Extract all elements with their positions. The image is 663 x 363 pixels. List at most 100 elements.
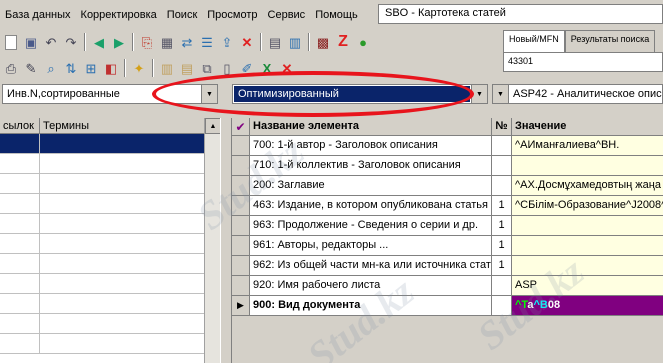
excel-icon[interactable]: X — [258, 59, 276, 77]
new-icon[interactable] — [5, 34, 17, 50]
lock-icon[interactable]: ▥ — [286, 33, 304, 51]
table-row[interactable]: 962: Из общей части мн-ка или источника … — [232, 256, 663, 276]
copy-icon[interactable]: ⧉ — [198, 59, 216, 77]
document-icon[interactable]: ▤ — [266, 33, 284, 51]
field-value[interactable]: ^Ta^B08 — [512, 296, 663, 315]
sort-icon[interactable]: ☰ — [198, 33, 216, 51]
list-item[interactable] — [0, 314, 220, 334]
field-occurrence[interactable]: 1 — [492, 236, 512, 255]
dictionary-list[interactable] — [0, 134, 220, 363]
menu-view[interactable]: Просмотр — [202, 0, 262, 30]
print-icon[interactable]: ⎙ — [2, 59, 20, 77]
table-row[interactable]: 963: Продолжение - Сведения о серии и др… — [232, 216, 663, 236]
export-icon[interactable]: ⇪ — [218, 33, 236, 51]
field-value[interactable]: ^AХ.Досмұхамедовтың жаңа — [512, 176, 663, 195]
field-occurrence[interactable]: 1 — [492, 216, 512, 235]
edit-icon[interactable]: ✐ — [238, 59, 256, 77]
field-name[interactable]: 463: Издание, в котором опубликована ста… — [250, 196, 492, 215]
field-value[interactable] — [512, 216, 663, 235]
field-occurrence[interactable] — [492, 176, 512, 195]
z-icon[interactable]: Z — [334, 33, 352, 51]
menu-service[interactable]: Сервис — [263, 0, 311, 30]
field-value[interactable]: ^CБілім-Образование^J2008^ — [512, 196, 663, 215]
forward-icon[interactable]: ▶ — [110, 33, 128, 51]
field-occurrence[interactable]: 1 — [492, 256, 512, 275]
field-occurrence[interactable]: 1 — [492, 196, 512, 215]
menu-database[interactable]: База данных — [0, 0, 76, 30]
redo-icon[interactable]: ↷ — [62, 33, 80, 51]
save-icon[interactable]: ▣ — [22, 33, 40, 51]
tab-new-mfn[interactable]: Новый/MFN — [503, 30, 565, 52]
tab-search-results[interactable]: Результаты поиска — [564, 30, 656, 52]
sort-mode-select[interactable]: Инв.N,сортированные ▼ — [2, 84, 218, 104]
copy-record-icon[interactable]: ⎘ — [138, 33, 156, 51]
field-name[interactable]: 200: Заглавие — [250, 176, 492, 195]
list-item[interactable] — [0, 194, 220, 214]
table-row-current[interactable]: ▶ 900: Вид документа ^Ta^B08 — [232, 296, 663, 316]
scroll-up-icon[interactable]: ▲ — [205, 118, 221, 134]
field-name[interactable]: 700: 1-й автор - Заголовок описания — [250, 136, 492, 155]
field-name[interactable]: 963: Продолжение - Сведения о серии и др… — [250, 216, 492, 235]
paste-icon[interactable]: ▤ — [178, 59, 196, 77]
table-row[interactable]: 700: 1-й автор - Заголовок описания ^AИм… — [232, 136, 663, 156]
list-item[interactable] — [0, 154, 220, 174]
tree-icon[interactable]: ⊞ — [82, 59, 100, 77]
column-header-value[interactable]: Значение — [512, 118, 663, 135]
chevron-down-icon[interactable]: ▼ — [493, 85, 509, 103]
panel-splitter[interactable] — [220, 118, 232, 363]
link-icon[interactable]: ⇄ — [178, 33, 196, 51]
menu-help[interactable]: Помощь — [310, 0, 363, 30]
filter-icon[interactable]: ⇅ — [62, 59, 80, 77]
undo-icon[interactable]: ↶ — [42, 33, 60, 51]
worksheet-select[interactable]: ▼ ASP42 - Аналитическое описание — [492, 84, 663, 104]
field-name[interactable]: 710: 1-й коллектив - Заголовок описания — [250, 156, 492, 175]
field-name[interactable]: 900: Вид документа — [250, 296, 492, 315]
field-value[interactable]: ASP — [512, 276, 663, 295]
list-item[interactable] — [0, 254, 220, 274]
column-header-num[interactable]: № — [492, 118, 512, 135]
column-header-terms[interactable]: Термины ⊥ — [40, 118, 220, 133]
delete-icon[interactable]: ✕ — [238, 33, 256, 51]
field-occurrence[interactable] — [492, 296, 512, 315]
clipboard-icon[interactable]: ▥ — [158, 59, 176, 77]
comment-icon[interactable]: ✎ — [22, 59, 40, 77]
tag-icon[interactable]: ◧ — [102, 59, 120, 77]
list-item[interactable] — [0, 334, 220, 354]
field-name[interactable]: 920: Имя рабочего листа — [250, 276, 492, 295]
list-item[interactable] — [0, 134, 220, 154]
view-mode-select[interactable]: Оптимизированный ▼ — [232, 84, 488, 104]
table-row[interactable]: 200: Заглавие ^AХ.Досмұхамедовтың жаңа — [232, 176, 663, 196]
table-icon[interactable]: ▦ — [158, 33, 176, 51]
list-item[interactable] — [0, 234, 220, 254]
chevron-down-icon[interactable]: ▼ — [201, 85, 217, 103]
menu-search[interactable]: Поиск — [162, 0, 202, 30]
search-icon[interactable]: ⌕ — [42, 59, 60, 77]
magic-icon[interactable]: ✦ — [130, 59, 148, 77]
field-value[interactable] — [512, 156, 663, 175]
close-icon[interactable]: ✕ — [278, 59, 296, 77]
mfn-field[interactable]: 43301 — [503, 52, 663, 72]
back-icon[interactable]: ◀ — [90, 33, 108, 51]
dictionary-scrollbar[interactable]: ▲ — [204, 118, 221, 363]
field-occurrence[interactable] — [492, 276, 512, 295]
column-header-name[interactable]: Название элемента — [250, 118, 492, 135]
field-name[interactable]: 962: Из общей части мн-ка или источника … — [250, 256, 492, 275]
table-row[interactable]: 961: Авторы, редакторы ... 1 — [232, 236, 663, 256]
list-item[interactable] — [0, 294, 220, 314]
list-item[interactable] — [0, 274, 220, 294]
chevron-down-icon[interactable]: ▼ — [471, 85, 487, 103]
column-header-links[interactable]: сылок — [0, 118, 40, 133]
field-occurrence[interactable] — [492, 136, 512, 155]
field-value[interactable] — [512, 236, 663, 255]
table-row[interactable]: 710: 1-й коллектив - Заголовок описания — [232, 156, 663, 176]
field-value[interactable] — [512, 256, 663, 275]
globe-icon[interactable]: ● — [354, 33, 372, 51]
film-icon[interactable]: ▩ — [314, 33, 332, 51]
table-row[interactable]: 920: Имя рабочего листа ASP — [232, 276, 663, 296]
table-row[interactable]: 463: Издание, в котором опубликована ста… — [232, 196, 663, 216]
menu-edit[interactable]: Корректировка — [76, 0, 162, 30]
page-icon[interactable]: ▯ — [218, 59, 236, 77]
field-name[interactable]: 961: Авторы, редакторы ... — [250, 236, 492, 255]
list-item[interactable] — [0, 214, 220, 234]
field-occurrence[interactable] — [492, 156, 512, 175]
